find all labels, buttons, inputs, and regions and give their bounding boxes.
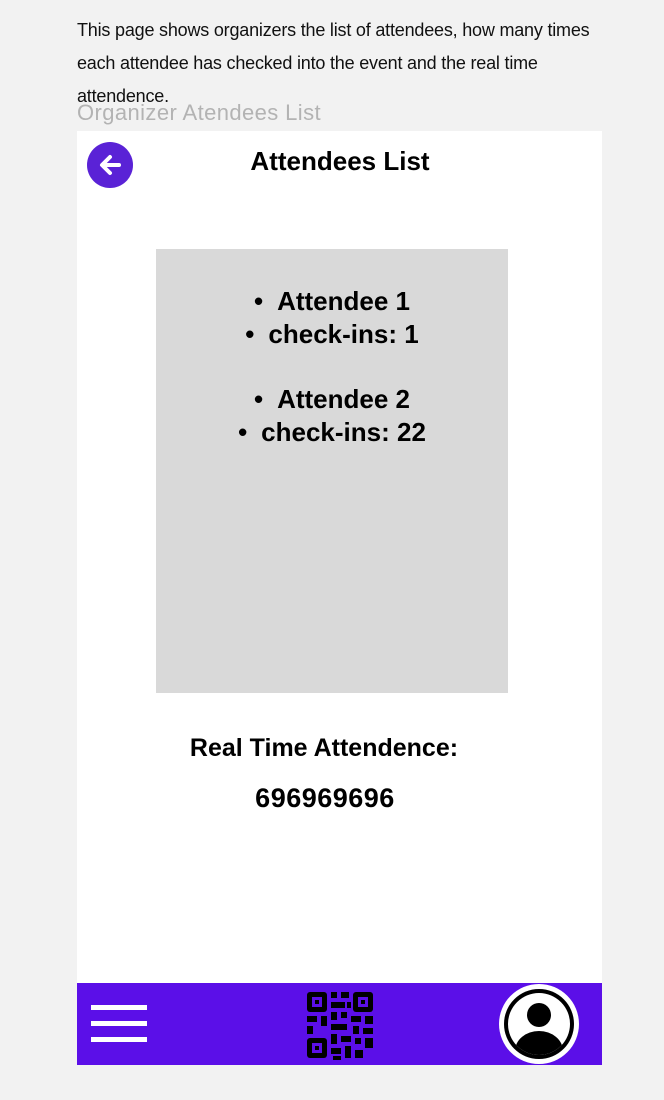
attendees-list: Attendee 1 check-ins: 1 Attendee 2 check… (156, 249, 508, 693)
attendee-item: Attendee 2 check-ins: 22 (156, 383, 508, 449)
bottom-navbar (77, 983, 602, 1065)
real-time-attendance-value: 696969696 (255, 783, 395, 813)
qr-scan-button[interactable] (303, 988, 377, 1062)
attendee-item: Attendee 1 check-ins: 1 (156, 285, 508, 351)
attendee-name: Attendee 2 (156, 383, 508, 416)
user-profile-icon (499, 984, 579, 1064)
real-time-attendance-label: Real Time Attendence: (189, 734, 459, 762)
profile-button[interactable] (498, 983, 580, 1065)
frame-label: Organizer Atendees List (77, 100, 322, 125)
phone-frame: Attendees List Attendee 1 check-ins: 1 A… (77, 131, 602, 1065)
attendee-checkins: check-ins: 22 (156, 416, 508, 449)
attendee-name: Attendee 1 (156, 285, 508, 318)
page-description: This page shows organizers the list of a… (77, 20, 590, 106)
menu-button[interactable] (91, 1005, 147, 1043)
qr-code-icon (307, 992, 373, 1060)
attendee-checkins: check-ins: 1 (156, 318, 508, 351)
page-title: Attendees List (250, 146, 430, 176)
